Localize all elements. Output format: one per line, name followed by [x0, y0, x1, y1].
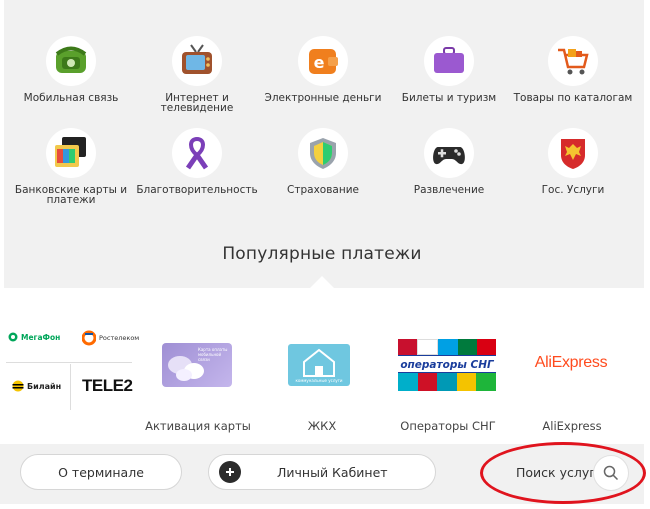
- category-label: Мобильная связь: [23, 92, 119, 104]
- card-activation[interactable]: Карта оплаты мобильной связи: [162, 343, 232, 387]
- cis-banner: операторы СНГ: [398, 355, 496, 373]
- category-label: Электронные деньги: [264, 92, 382, 104]
- category-mobile[interactable]: Мобильная связь: [6, 36, 136, 103]
- popular-label: Активация карты: [145, 419, 251, 433]
- category-e-money[interactable]: e Электронные деньги: [258, 36, 388, 103]
- operators-divider-v: [70, 364, 71, 410]
- shield-icon: [298, 128, 348, 178]
- card-cis-operators[interactable]: операторы СНГ: [398, 339, 496, 391]
- popular-label: AliExpress: [542, 419, 602, 433]
- category-label: Гос. Услуги: [541, 184, 605, 196]
- about-terminal-button[interactable]: О терминале: [20, 454, 182, 490]
- personal-cabinet-button[interactable]: Личный Кабинет: [208, 454, 436, 490]
- popular-label: ЖКХ: [307, 419, 337, 433]
- flags-top-row: [398, 339, 496, 355]
- card-zhkh[interactable]: коммунальные услуги: [288, 344, 350, 386]
- category-insurance[interactable]: Страхование: [258, 128, 388, 195]
- highlight-ellipse: [480, 442, 646, 504]
- gamepad-icon: [424, 128, 474, 178]
- section-notch: [310, 276, 334, 288]
- suitcase-icon: [424, 36, 474, 86]
- category-label: Страхование: [287, 184, 359, 196]
- flags-bottom-row: [398, 373, 496, 391]
- card-activation-caption: Карта оплаты мобильной связи: [198, 347, 228, 362]
- category-label: Товары по каталогам: [513, 92, 633, 104]
- category-label: Билеты и туризм: [401, 92, 497, 104]
- rostelecom-logo: Ростелеком: [82, 330, 139, 346]
- operators-divider-h: [6, 362, 132, 363]
- category-tickets[interactable]: Билеты и туризм: [384, 36, 514, 103]
- operators-block[interactable]: МегаФон Ростелеком Билайн TELE2: [6, 304, 139, 410]
- coat-of-arms-icon: [548, 128, 598, 178]
- svg-text:e: e: [314, 53, 325, 72]
- rostelecom-text: Ростелеком: [99, 334, 140, 342]
- beeline-logo: Билайн: [12, 380, 61, 392]
- category-charity[interactable]: Благотворительность: [132, 128, 262, 195]
- category-label: Развлечение: [413, 184, 485, 196]
- megafon-logo: МегаФон: [8, 332, 60, 342]
- category-gov[interactable]: Гос. Услуги: [508, 128, 638, 195]
- card-zhkh-caption: коммунальные услуги: [295, 378, 343, 383]
- tv-icon: [172, 36, 222, 86]
- category-label: Интернет и телевидение: [160, 92, 234, 114]
- category-bank-cards[interactable]: Банковские карты и платежи: [6, 128, 136, 205]
- category-internet-tv[interactable]: Интернет и телевидение: [132, 36, 262, 113]
- cart-icon: [548, 36, 598, 86]
- category-catalog[interactable]: Товары по каталогам: [508, 36, 638, 103]
- cards-icon: [46, 128, 96, 178]
- card-aliexpress[interactable]: AliExpress: [526, 354, 616, 372]
- category-label: Банковские карты и платежи: [14, 184, 128, 206]
- personal-cabinet-label: Личный Кабинет: [277, 464, 388, 480]
- tele2-logo: TELE2: [82, 376, 133, 395]
- chat-plus-icon: [219, 461, 241, 483]
- megafon-text: МегаФон: [21, 332, 61, 342]
- phone-icon: [46, 36, 96, 86]
- e-wallet-icon: e: [298, 36, 348, 86]
- popular-payments-title: Популярные платежи: [222, 244, 422, 264]
- category-entertainment[interactable]: Развлечение: [384, 128, 514, 195]
- category-label: Благотворительность: [136, 184, 258, 196]
- popular-label: Операторы СНГ: [400, 419, 496, 433]
- beeline-text: Билайн: [27, 381, 62, 391]
- ribbon-icon: [172, 128, 222, 178]
- about-terminal-label: О терминале: [58, 464, 144, 480]
